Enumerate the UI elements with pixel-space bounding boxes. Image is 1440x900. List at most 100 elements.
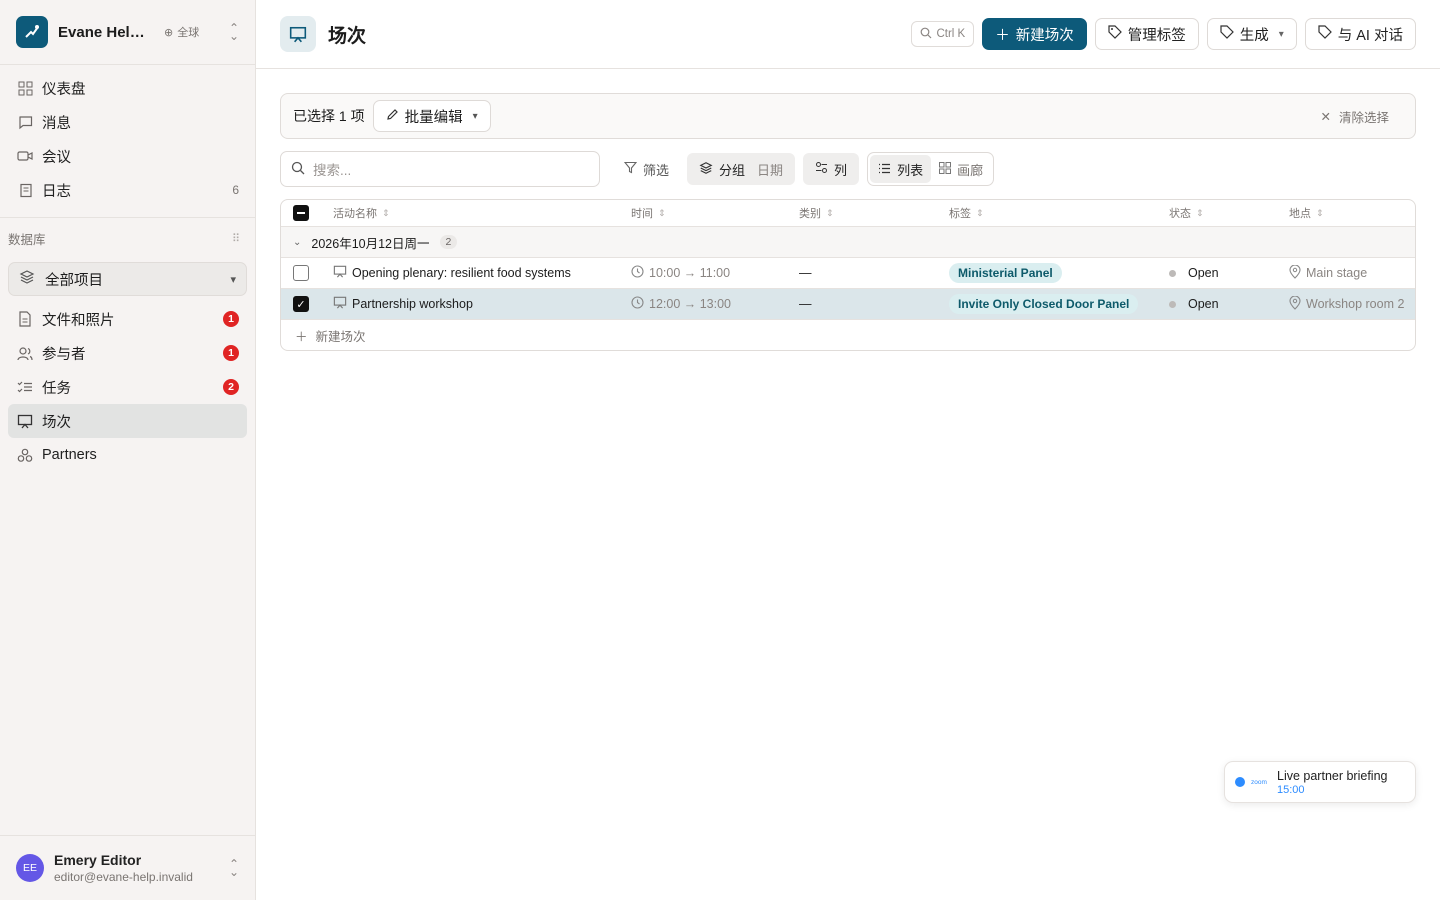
new-session-button[interactable]: ＋ 新建场次 — [982, 18, 1087, 50]
session-name: Partnership workshop — [352, 297, 473, 311]
drag-handle-icon[interactable]: ⠿ — [232, 232, 240, 245]
table-toolbar: 搜索... 筛选 分组 日期 列 列表 画廊 — [280, 151, 1416, 187]
row-checkbox[interactable]: ✓ — [293, 296, 309, 312]
column-header-time[interactable]: 时间 ⇕ — [619, 205, 789, 221]
tasks-icon — [16, 378, 34, 396]
nav-item-log[interactable]: 日志 6 — [8, 173, 247, 207]
workspace-switcher[interactable]: Evane Help ... ⊕ 全球 ⌃ ⌄ — [0, 0, 255, 65]
search-placeholder: 搜索... — [313, 163, 352, 178]
table-row[interactable]: Opening plenary: resilient food systems … — [281, 258, 1415, 289]
bulk-edit-label: 批量编辑 — [404, 109, 463, 126]
manage-tags-button[interactable]: 管理标签 — [1094, 18, 1199, 50]
user-menu[interactable]: EE Emery Editor editor@evane-help.invali… — [0, 835, 255, 900]
tags-cell[interactable]: Invite Only Closed Door Panel — [939, 294, 1159, 314]
view-list-button[interactable]: 列表 — [870, 155, 932, 183]
category-cell[interactable]: — — [789, 297, 939, 311]
file-icon — [16, 310, 34, 328]
selection-count: 已选择 1 项 — [293, 108, 365, 124]
presentation-icon — [333, 296, 347, 312]
bulk-edit-button[interactable]: 批量编辑 ▾ — [372, 100, 491, 132]
time-range: 12:00 → 13:00 — [649, 297, 732, 311]
participants-badge: 1 — [223, 345, 239, 361]
workspace-scope[interactable]: ⊕ 全球 — [164, 24, 199, 40]
chevron-down-icon: ▾ — [230, 273, 236, 286]
view-gallery-label: 画廊 — [957, 162, 984, 178]
view-gallery-button[interactable]: 画廊 — [931, 155, 991, 183]
time-cell[interactable]: 10:00 → 11:00 — [619, 265, 789, 281]
globe-icon: ⊕ — [164, 26, 174, 39]
group-count: 2 — [439, 235, 458, 249]
meeting-title: Live partner briefing — [1277, 768, 1388, 783]
chevron-updown-icon[interactable]: ⌃ ⌄ — [229, 22, 239, 42]
status-cell[interactable]: Open — [1159, 266, 1279, 280]
new-session-label: 新建场次 — [1015, 27, 1074, 44]
table-header: 活动名称 ⇕ 时间 ⇕ 类别 ⇕ 标签 ⇕ 状态 ⇕ 地点 ⇕ — [281, 200, 1415, 227]
nav-item-dashboard[interactable]: 仪表盘 — [8, 71, 247, 105]
shortcut-label: Ctrl K — [936, 28, 966, 40]
session-name-cell[interactable]: Partnership workshop — [319, 296, 619, 312]
sidebar-item-label: 文件和照片 — [42, 312, 115, 329]
sort-icon: ⇕ — [1196, 207, 1204, 218]
generate-button[interactable]: 生成 ▾ — [1206, 18, 1297, 50]
location-cell[interactable]: Workshop room 2 — [1279, 295, 1415, 313]
layers-icon — [699, 161, 713, 178]
column-header-status[interactable]: 状态 ⇕ — [1159, 205, 1279, 221]
group-button[interactable]: 分组 日期 — [687, 153, 796, 185]
nav-label: 消息 — [42, 115, 71, 132]
sidebar-item-partners[interactable]: Partners — [8, 438, 247, 472]
group-header[interactable]: ⌄ 2026年10月12日周一 2 — [281, 227, 1415, 258]
user-name: Emery Editor — [54, 852, 142, 868]
column-label: 地点 — [1289, 208, 1311, 220]
view-switcher: 列表 画廊 — [867, 152, 995, 186]
status-badge: Open — [1188, 266, 1219, 280]
location-name: Workshop room 2 — [1306, 297, 1405, 311]
session-name-cell[interactable]: Opening plenary: resilient food systems — [319, 265, 619, 281]
command-search-button[interactable]: Ctrl K — [911, 21, 975, 47]
column-header-category[interactable]: 类别 ⇕ — [789, 205, 939, 221]
clock-icon — [631, 296, 644, 312]
view-list-label: 列表 — [897, 162, 924, 178]
search-input[interactable]: 搜索... — [280, 151, 600, 187]
project-selector[interactable]: 全部项目 ▾ — [8, 262, 247, 296]
row-checkbox[interactable] — [293, 265, 309, 281]
zoom-brand-label: zoom — [1251, 778, 1267, 786]
presentation-icon — [16, 412, 34, 430]
sidebar-item-participants[interactable]: 参与者 1 — [8, 336, 247, 370]
clear-selection-label: 清除选择 — [1338, 110, 1389, 125]
project-selector-label: 全部项目 — [45, 272, 103, 289]
page-title: 场次 — [328, 25, 367, 47]
column-header-tags[interactable]: 标签 ⇕ — [939, 205, 1159, 221]
clear-selection-button[interactable]: ✕ 清除选择 — [1321, 107, 1390, 126]
grid-icon — [16, 79, 34, 97]
ai-chat-button[interactable]: 与 AI 对话 — [1304, 18, 1416, 50]
select-all-checkbox[interactable] — [293, 205, 309, 221]
column-header-name[interactable]: 活动名称 ⇕ — [319, 205, 619, 221]
columns-button[interactable]: 列 — [803, 153, 860, 185]
column-header-location[interactable]: 地点 ⇕ — [1279, 205, 1415, 221]
status-cell[interactable]: Open — [1159, 297, 1279, 311]
meeting-time: 15:00 — [1277, 783, 1305, 796]
sidebar-item-files[interactable]: 文件和照片 1 — [8, 302, 247, 336]
meeting-reminder-toast[interactable]: zoom Live partner briefing 15:00 — [1224, 761, 1416, 803]
location-name: Main stage — [1306, 266, 1368, 280]
add-session-row[interactable]: ＋ 新建场次 — [281, 320, 1415, 350]
table-row[interactable]: ✓ Partnership workshop 12:00 → 13:00 — I… — [281, 289, 1415, 320]
column-label: 活动名称 — [333, 208, 377, 220]
tags-cell[interactable]: Ministerial Panel — [939, 263, 1159, 283]
sidebar-item-tasks[interactable]: 任务 2 — [8, 370, 247, 404]
group-label: 分组 — [719, 162, 746, 178]
log-icon — [16, 181, 34, 199]
nav-item-messages[interactable]: 消息 — [8, 105, 247, 139]
column-label: 时间 — [631, 208, 653, 220]
main-content: 已选择 1 项 批量编辑 ▾ ✕ 清除选择 搜索... 筛选 分组 日期 列 列… — [280, 93, 1416, 351]
location-cell[interactable]: Main stage — [1279, 264, 1415, 282]
category-cell[interactable]: — — [789, 266, 939, 280]
list-icon — [878, 162, 891, 177]
sidebar-item-sessions[interactable]: 场次 — [8, 404, 247, 438]
nav-item-meetings[interactable]: 会议 — [8, 139, 247, 173]
filter-icon — [623, 161, 638, 177]
sort-icon: ⇕ — [658, 207, 666, 218]
search-icon — [291, 161, 305, 178]
time-cell[interactable]: 12:00 → 13:00 — [619, 296, 789, 312]
filter-button[interactable]: 筛选 — [612, 153, 681, 185]
